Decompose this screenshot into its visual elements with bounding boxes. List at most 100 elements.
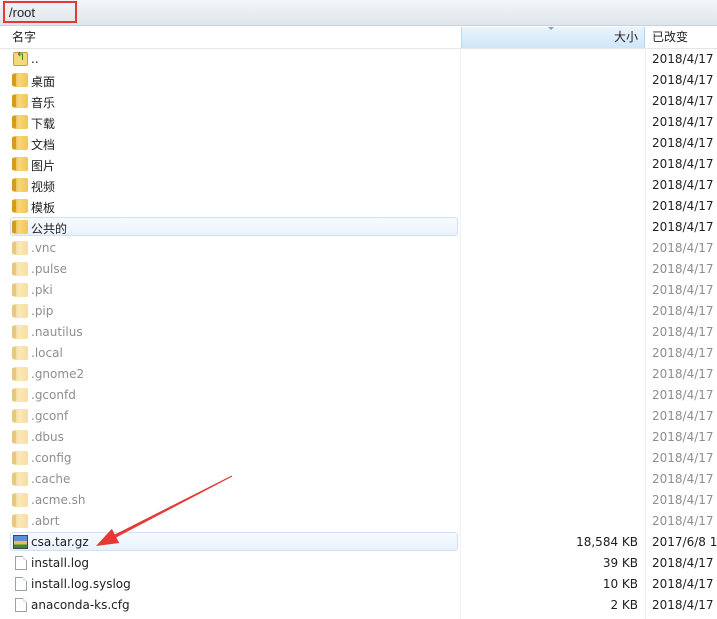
folder-icon — [12, 493, 28, 507]
folder-row[interactable]: .abrt 2018/4/17 2 — [0, 511, 717, 532]
archive-file-icon — [13, 535, 28, 549]
item-date: 2018/4/17 2 — [652, 388, 717, 402]
path-highlight-box — [3, 1, 77, 23]
item-date: 2018/4/17 2 — [652, 346, 717, 360]
item-name: 公共的 — [31, 222, 68, 236]
item-name: 桌面 — [31, 75, 56, 89]
item-name: install.log — [31, 556, 90, 570]
item-name: install.log.syslog — [31, 577, 131, 591]
folder-icon — [12, 94, 28, 108]
item-date: 2018/4/17 2 — [652, 577, 717, 591]
item-date: 2018/4/17 2 — [652, 472, 717, 486]
item-date: 2018/4/17 2 — [652, 157, 717, 171]
item-date: 2018/4/17 2 — [652, 409, 717, 423]
folder-icon — [12, 283, 28, 297]
folder-row[interactable]: 文档 2018/4/17 2 — [0, 133, 717, 154]
folder-icon — [12, 367, 28, 381]
folder-icon — [12, 409, 28, 423]
item-name: .abrt — [31, 514, 60, 528]
folder-icon — [12, 178, 28, 192]
folder-row[interactable]: 桌面 2018/4/17 2 — [0, 70, 717, 91]
folder-row[interactable]: .vnc 2018/4/17 2 — [0, 238, 717, 259]
folder-row[interactable]: 模板 2018/4/17 2 — [0, 196, 717, 217]
item-date: 2018/4/17 2 — [652, 556, 717, 570]
item-date: 2017/6/8 14 — [652, 535, 717, 549]
item-size: 10 KB — [602, 577, 638, 591]
item-name: anaconda-ks.cfg — [31, 598, 130, 612]
item-date: 2018/4/17 2 — [652, 94, 717, 108]
folder-row[interactable]: .cache 2018/4/17 2 — [0, 469, 717, 490]
folder-row[interactable]: .pulse 2018/4/17 2 — [0, 259, 717, 280]
path-bar[interactable]: /root — [0, 0, 717, 26]
folder-icon — [12, 199, 28, 213]
item-name: .vnc — [31, 241, 57, 255]
item-date: 2018/4/17 2 — [652, 514, 717, 528]
item-name: .gconf — [31, 409, 69, 423]
item-date: 2018/4/17 2 — [652, 136, 717, 150]
column-size[interactable]: 大小 — [461, 27, 645, 48]
item-date: 2018/4/17 2 — [652, 325, 717, 339]
folder-icon — [12, 136, 28, 150]
document-file-icon — [15, 577, 27, 591]
row-hover-highlight — [10, 217, 458, 236]
item-date: 2018/4/17 2 — [652, 178, 717, 192]
file-row[interactable]: anaconda-ks.cfg 2 KB 2018/4/17 2 — [0, 595, 717, 616]
folder-icon — [12, 430, 28, 444]
item-date: 2018/4/17 2 — [652, 73, 717, 87]
folder-icon — [12, 451, 28, 465]
sort-indicator-icon — [548, 27, 554, 30]
item-date: 2018/4/17 2 — [652, 262, 717, 276]
folder-row[interactable]: .gconf 2018/4/17 2 — [0, 406, 717, 427]
folder-row[interactable]: .gconfd 2018/4/17 2 — [0, 385, 717, 406]
folder-row[interactable]: .pki 2018/4/17 2 — [0, 280, 717, 301]
folder-row[interactable]: 视频 2018/4/17 2 — [0, 175, 717, 196]
folder-icon — [12, 346, 28, 360]
folder-row[interactable]: .pip 2018/4/17 2 — [0, 301, 717, 322]
item-name: .local — [31, 346, 63, 360]
column-header: 名字 大小 已改变 — [0, 27, 717, 49]
folder-row[interactable]: .config 2018/4/17 2 — [0, 448, 717, 469]
column-name[interactable]: 名字 — [12, 27, 460, 48]
folder-icon — [12, 388, 28, 402]
folder-row[interactable]: .gnome2 2018/4/17 2 — [0, 364, 717, 385]
item-date: 2018/4/17 2 — [652, 241, 717, 255]
item-name: 视频 — [31, 180, 56, 194]
item-name: .pip — [31, 304, 54, 318]
parent-folder-icon — [13, 50, 28, 66]
item-name: .nautilus — [31, 325, 83, 339]
folder-row[interactable]: 图片 2018/4/17 2 — [0, 154, 717, 175]
item-date: 2018/4/17 2 — [652, 220, 717, 234]
item-date: 2018/4/17 2 — [652, 115, 717, 129]
item-name: .. — [31, 52, 39, 66]
folder-icon — [12, 262, 28, 276]
folder-row[interactable]: 音乐 2018/4/17 2 — [0, 91, 717, 112]
folder-row[interactable]: .local 2018/4/17 2 — [0, 343, 717, 364]
folder-row[interactable]: 下载 2018/4/17 2 — [0, 112, 717, 133]
item-date: 2018/4/17 2 — [652, 367, 717, 381]
folder-icon — [12, 472, 28, 486]
folder-row[interactable]: .acme.sh 2018/4/17 2 — [0, 490, 717, 511]
item-name: .gnome2 — [31, 367, 85, 381]
item-name: 图片 — [31, 159, 56, 173]
item-name: .acme.sh — [31, 493, 86, 507]
item-size: 2 KB — [610, 598, 638, 612]
folder-row[interactable]: .dbus 2018/4/17 2 — [0, 427, 717, 448]
folder-icon — [12, 157, 28, 171]
folder-row[interactable]: 公共的 2018/4/17 2 — [0, 217, 717, 238]
item-date: 2018/4/17 2 — [652, 283, 717, 297]
item-name: .dbus — [31, 430, 64, 444]
folder-row[interactable]: .nautilus 2018/4/17 2 — [0, 322, 717, 343]
file-row[interactable]: csa.tar.gz 18,584 KB 2017/6/8 14 — [0, 532, 717, 553]
item-name: .gconfd — [31, 388, 76, 402]
folder-row[interactable]: .. 2018/4/17 1 — [0, 49, 717, 70]
folder-icon — [12, 220, 28, 234]
column-date[interactable]: 已改变 — [646, 27, 717, 48]
item-name: .cache — [31, 472, 71, 486]
item-name: .pulse — [31, 262, 68, 276]
folder-icon — [12, 115, 28, 129]
document-file-icon — [15, 598, 27, 612]
file-row[interactable]: install.log.syslog 10 KB 2018/4/17 2 — [0, 574, 717, 595]
folder-icon — [12, 241, 28, 255]
file-row[interactable]: install.log 39 KB 2018/4/17 2 — [0, 553, 717, 574]
folder-icon — [12, 73, 28, 87]
